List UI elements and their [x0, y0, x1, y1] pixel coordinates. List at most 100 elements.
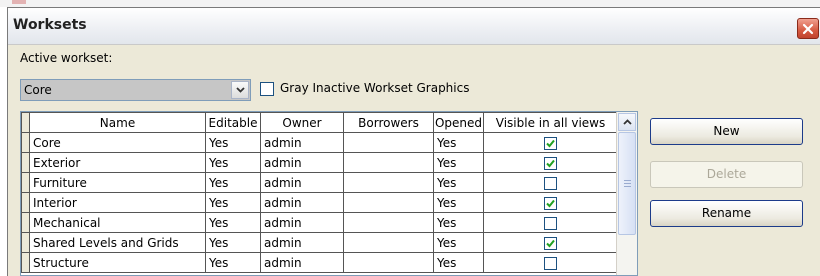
column-header-owner[interactable]: Owner — [260, 112, 344, 133]
visible-checkbox[interactable] — [544, 236, 557, 250]
background-mark — [12, 0, 26, 4]
column-header-opened[interactable]: Opened — [433, 112, 484, 133]
cell-editable[interactable]: Yes — [205, 152, 261, 173]
row-header[interactable] — [21, 192, 30, 213]
cell-visible — [483, 252, 618, 273]
cell-owner[interactable]: admin — [260, 132, 344, 153]
column-header-borrowers[interactable]: Borrowers — [343, 112, 434, 133]
cell-borrowers[interactable] — [343, 232, 434, 253]
cell-visible — [483, 192, 618, 213]
cell-visible — [483, 132, 618, 153]
row-header[interactable] — [21, 232, 30, 253]
cell-opened[interactable]: Yes — [433, 192, 484, 213]
visible-checkbox[interactable] — [544, 136, 557, 150]
row-header[interactable] — [21, 172, 30, 193]
worksets-grid: Name Editable Owner Borrowers Opened Vis… — [20, 111, 638, 276]
gray-inactive-checkbox[interactable] — [260, 82, 274, 96]
visible-checkbox[interactable] — [544, 176, 557, 190]
cell-editable[interactable]: Yes — [205, 252, 261, 273]
cell-editable[interactable]: Yes — [205, 232, 261, 253]
delete-button[interactable]: Delete — [650, 161, 803, 188]
cell-opened[interactable]: Yes — [433, 252, 484, 273]
dropdown-button[interactable] — [231, 81, 249, 99]
corner-cell — [21, 112, 30, 133]
table-row[interactable]: Exterior Yes admin Yes — [21, 152, 618, 173]
cell-borrowers[interactable] — [343, 252, 434, 273]
cell-borrowers[interactable] — [343, 152, 434, 173]
cell-editable[interactable]: Yes — [205, 172, 261, 193]
checkmark-icon — [546, 139, 555, 147]
table-row[interactable]: Core Yes admin Yes — [21, 132, 618, 153]
checkmark-icon — [546, 199, 555, 207]
table-row[interactable]: Structure Yes admin Yes — [21, 252, 618, 273]
cell-owner[interactable]: admin — [260, 192, 344, 213]
worksets-table: Name Editable Owner Borrowers Opened Vis… — [21, 112, 618, 273]
chevron-down-icon — [235, 87, 245, 93]
active-workset-value: Core — [24, 83, 52, 97]
cell-owner[interactable]: admin — [260, 212, 344, 233]
cell-opened[interactable]: Yes — [433, 212, 484, 233]
cell-name[interactable]: Furniture — [29, 172, 206, 193]
close-icon — [802, 23, 814, 34]
cell-visible — [483, 152, 618, 173]
row-header[interactable] — [21, 152, 30, 173]
gray-inactive-label: Gray Inactive Workset Graphics — [280, 81, 470, 95]
new-button[interactable]: New — [650, 118, 803, 145]
close-button[interactable] — [797, 18, 819, 39]
cell-visible — [483, 232, 618, 253]
grid-body: Core Yes admin Yes Exterior Yes admin Yes Furnit… — [21, 132, 618, 273]
cell-editable[interactable]: Yes — [205, 212, 261, 233]
visible-checkbox[interactable] — [544, 256, 557, 270]
row-header[interactable] — [21, 132, 30, 153]
cell-owner[interactable]: admin — [260, 172, 344, 193]
cell-editable[interactable]: Yes — [205, 192, 261, 213]
cell-name[interactable]: Structure — [29, 252, 206, 273]
cell-name[interactable]: Interior — [29, 192, 206, 213]
cell-opened[interactable]: Yes — [433, 152, 484, 173]
row-header[interactable] — [21, 252, 30, 273]
scroll-up-button[interactable] — [618, 113, 636, 131]
cell-name[interactable]: Shared Levels and Grids — [29, 232, 206, 253]
table-row[interactable]: Interior Yes admin Yes — [21, 192, 618, 213]
cell-visible — [483, 172, 618, 193]
arrow-up-icon — [622, 119, 632, 125]
visible-checkbox[interactable] — [544, 196, 557, 210]
cell-borrowers[interactable] — [343, 212, 434, 233]
column-header-name[interactable]: Name — [29, 112, 206, 133]
scroll-thumb[interactable] — [618, 132, 636, 235]
rename-button[interactable]: Rename — [650, 200, 803, 227]
cell-opened[interactable]: Yes — [433, 172, 484, 193]
cell-name[interactable]: Mechanical — [29, 212, 206, 233]
vertical-scrollbar[interactable] — [616, 112, 637, 275]
cell-owner[interactable]: admin — [260, 152, 344, 173]
cell-borrowers[interactable] — [343, 192, 434, 213]
cell-borrowers[interactable] — [343, 132, 434, 153]
dialog-title: Worksets — [13, 17, 87, 33]
cell-borrowers[interactable] — [343, 172, 434, 193]
cell-owner[interactable]: admin — [260, 232, 344, 253]
cell-name[interactable]: Core — [29, 132, 206, 153]
visible-checkbox[interactable] — [544, 156, 557, 170]
active-workset-dropdown[interactable]: Core — [20, 79, 251, 101]
column-header-visible[interactable]: Visible in all views — [483, 112, 618, 133]
cell-name[interactable]: Exterior — [29, 152, 206, 173]
table-row[interactable]: Shared Levels and Grids Yes admin Yes — [21, 232, 618, 253]
checkmark-icon — [546, 159, 555, 167]
cell-opened[interactable]: Yes — [433, 232, 484, 253]
row-header[interactable] — [21, 212, 30, 233]
thumb-grip — [624, 180, 631, 181]
cell-editable[interactable]: Yes — [205, 132, 261, 153]
checkmark-icon — [546, 239, 555, 247]
cell-opened[interactable]: Yes — [433, 132, 484, 153]
visible-checkbox[interactable] — [544, 216, 557, 230]
header-row: Name Editable Owner Borrowers Opened Vis… — [21, 112, 618, 133]
column-header-editable[interactable]: Editable — [205, 112, 261, 133]
title-bar[interactable]: Worksets — [8, 8, 820, 45]
background-strip — [0, 0, 820, 7]
thumb-grip — [624, 186, 631, 187]
table-row[interactable]: Mechanical Yes admin Yes — [21, 212, 618, 233]
cell-owner[interactable]: admin — [260, 252, 344, 273]
cell-visible — [483, 212, 618, 233]
thumb-grip — [624, 183, 631, 184]
table-row[interactable]: Furniture Yes admin Yes — [21, 172, 618, 193]
